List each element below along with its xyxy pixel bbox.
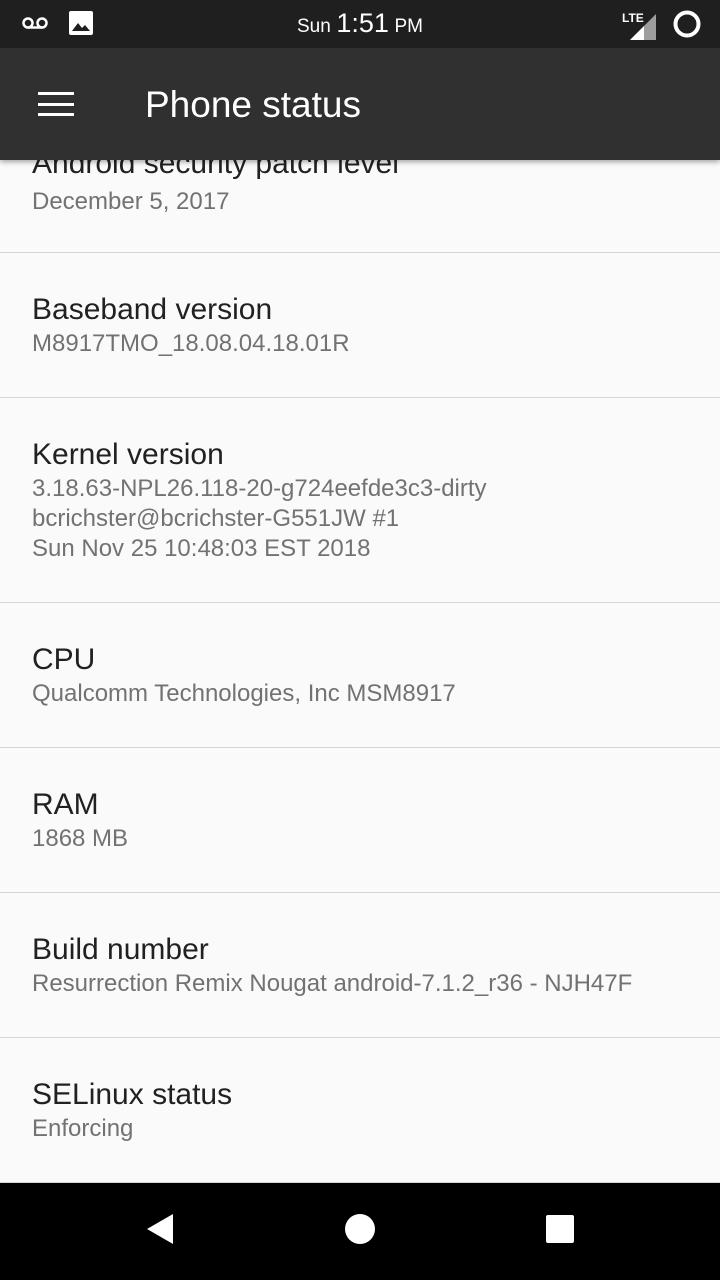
home-icon[interactable]	[344, 1213, 376, 1250]
clock-day: Sun	[297, 16, 331, 37]
item-summary: Qualcomm Technologies, Inc MSM8917	[32, 680, 456, 707]
item-title: RAM	[32, 788, 99, 821]
list-item-ram[interactable]: RAM 1868 MB	[0, 748, 720, 893]
status-list[interactable]: Android security patch level December 5,…	[0, 150, 720, 1183]
item-summary: 1868 MB	[32, 825, 129, 852]
item-summary: M8917TMO_18.08.04.18.01R	[32, 330, 350, 357]
list-item-selinux[interactable]: SELinux status Enforcing	[0, 1038, 720, 1183]
navigation-bar	[0, 1183, 720, 1280]
battery-ring-icon	[672, 9, 702, 44]
clock-ampm: PM	[394, 16, 424, 37]
list-item-kernel[interactable]: Kernel version 3.18.63-NPL26.118-20-g724…	[0, 398, 720, 603]
list-item-cpu[interactable]: CPU Qualcomm Technologies, Inc MSM8917	[0, 603, 720, 748]
item-summary: December 5, 2017	[32, 188, 230, 215]
clock: Sun 1:51 PM	[0, 8, 720, 39]
hamburger-menu-icon[interactable]	[38, 92, 74, 116]
clock-time: 1:51	[336, 8, 389, 38]
item-title: CPU	[32, 643, 96, 676]
item-title: Build number	[32, 933, 209, 966]
list-item-baseband[interactable]: Baseband version M8917TMO_18.08.04.18.01…	[0, 253, 720, 398]
item-summary: 3.18.63-NPL26.118-20-g724eefde3c3-dirty …	[32, 475, 487, 562]
list-item-build-number[interactable]: Build number Resurrection Remix Nougat a…	[0, 893, 720, 1038]
item-title: SELinux status	[32, 1078, 233, 1111]
item-title: Kernel version	[32, 438, 224, 471]
recents-icon[interactable]	[545, 1214, 575, 1249]
page-title: Phone status	[145, 84, 361, 125]
back-icon[interactable]	[145, 1213, 175, 1250]
item-title: Baseband version	[32, 293, 273, 326]
item-summary: Enforcing	[32, 1115, 134, 1142]
lte-signal-icon: LTE	[622, 11, 658, 42]
app-bar: Phone status	[0, 48, 720, 160]
item-summary: Resurrection Remix Nougat android-7.1.2_…	[32, 970, 633, 997]
list-item-security-patch[interactable]: Android security patch level December 5,…	[0, 150, 720, 253]
status-bar: Sun 1:51 PM LTE	[0, 0, 720, 48]
